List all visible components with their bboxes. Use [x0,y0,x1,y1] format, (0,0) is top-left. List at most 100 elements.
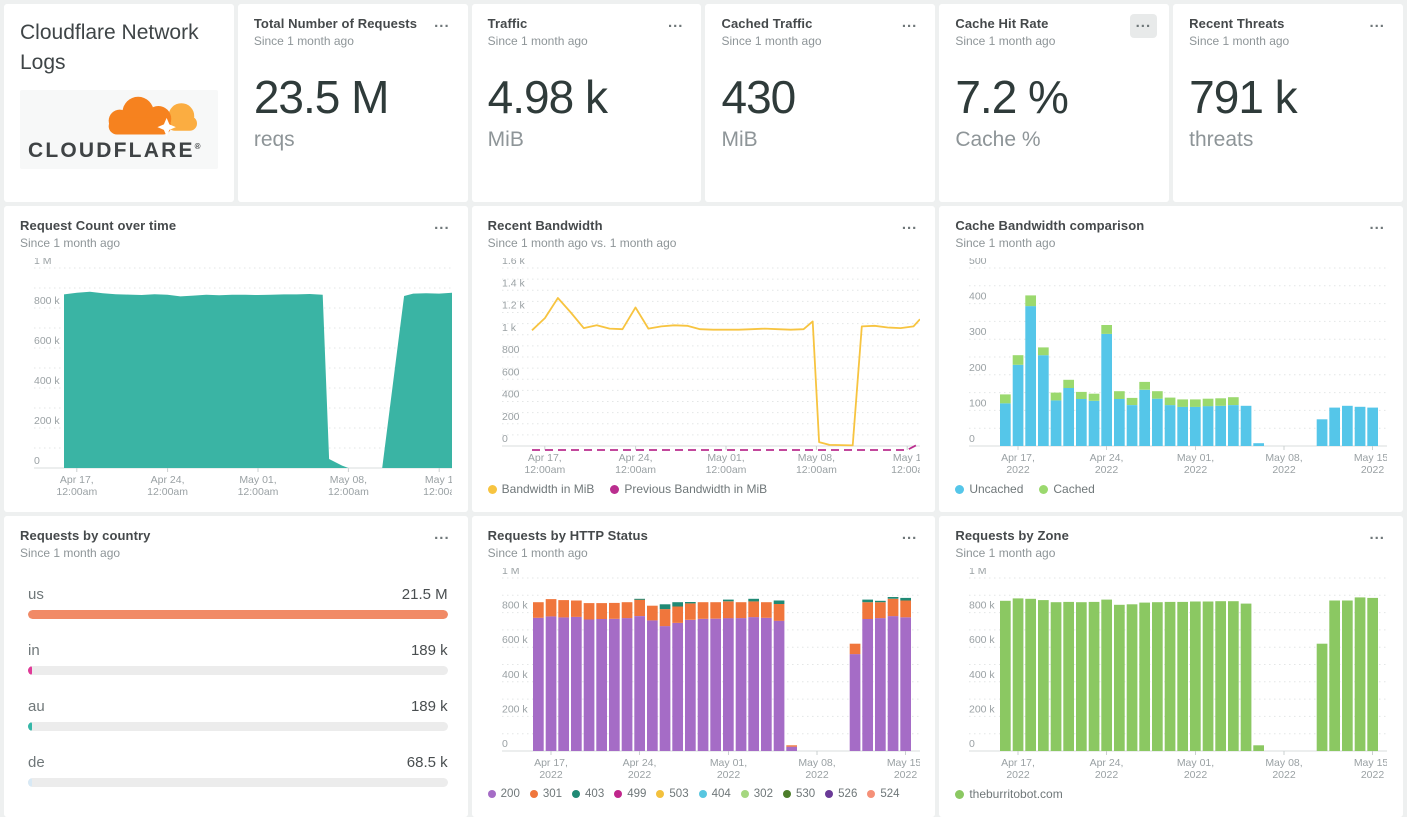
svg-text:2022: 2022 [716,769,740,781]
svg-text:0: 0 [34,455,40,467]
svg-text:0: 0 [969,738,975,750]
legend-item[interactable]: 302 [740,788,773,800]
svg-text:12:00a: 12:00a [423,486,452,498]
panel-title: Request Count over time [20,218,177,233]
svg-text:May 1: May 1 [893,452,920,464]
legend-dot-icon [529,790,538,798]
svg-text:2022: 2022 [1095,464,1119,476]
panel-brand: Cloudflare Network Logs CLOUDFLARE® [4,4,234,202]
ellipsis-menu-icon[interactable]: ... [896,526,924,550]
ellipsis-menu-icon[interactable]: ... [896,14,924,38]
legend-dot-icon [572,790,581,798]
svg-text:12:00am: 12:00am [56,486,97,498]
panel-title: Cache Bandwidth comparison [955,218,1145,233]
country-label: de [28,754,45,771]
svg-text:400: 400 [969,291,987,303]
svg-text:2022: 2022 [805,769,829,781]
ellipsis-menu-icon[interactable]: ... [428,526,456,550]
ellipsis-menu-icon[interactable]: ... [896,216,924,240]
legend-item[interactable]: 301 [529,788,562,800]
svg-text:Apr 17,: Apr 17, [528,452,562,464]
svg-text:0: 0 [502,433,508,445]
svg-text:May 01,: May 01, [1177,757,1214,769]
request-count-area-chart[interactable]: 1 M 800 k 600 k 400 k 200 k 0 Apr 17, 12:00am Ap… [20,258,452,500]
panel-cache-bandwidth: Cache Bandwidth comparison Since 1 month… [939,206,1403,512]
legend-item[interactable]: 526 [825,788,857,800]
country-bar[interactable] [28,722,448,731]
svg-text:800 k: 800 k [34,295,60,307]
svg-text:May 01,: May 01, [709,757,746,769]
svg-text:Apr 24,: Apr 24, [1090,757,1124,769]
panel-subtitle: Since 1 month ago [955,546,1056,560]
legend-item[interactable]: 499 [614,788,646,800]
svg-text:Apr 17,: Apr 17, [60,474,94,486]
svg-text:12:00am: 12:00am [328,486,369,498]
legend-item[interactable]: 503 [656,788,689,800]
legend-item[interactable]: Uncached [955,482,1023,496]
svg-text:1 k: 1 k [502,322,517,334]
svg-text:May 01,: May 01, [707,452,744,464]
ellipsis-menu-icon[interactable]: ... [662,14,690,38]
legend-item[interactable]: theburritobot.com [955,787,1063,801]
svg-text:1.2 k: 1.2 k [502,300,526,312]
ellipsis-menu-icon[interactable]: ... [1363,526,1391,550]
ellipsis-menu-icon[interactable]: ... [428,216,456,240]
panel-title: Requests by country [20,528,151,543]
billboard-value: 23.5 M [253,71,390,123]
svg-text:Apr 17,: Apr 17, [534,757,568,769]
zone-bar-chart[interactable]: 1 M 800 k 600 k 400 k 200 k 0 Apr 17, 2022 Apr 2… [955,568,1388,783]
svg-text:12:00am: 12:00am [147,486,188,498]
legend-dot-icon [955,484,965,494]
svg-text:2022: 2022 [1007,464,1031,476]
svg-text:600 k: 600 k [502,634,528,646]
svg-text:2022: 2022 [1361,769,1385,781]
svg-text:100: 100 [969,397,987,409]
legend-dot-icon [487,484,497,494]
ellipsis-menu-icon[interactable]: ... [1363,216,1391,240]
http-status-bar-chart[interactable]: 1 M 800 k 600 k 400 k 200 k 0 Apr 17, 2022 Apr 2… [488,568,920,783]
svg-text:Apr 17,: Apr 17, [1001,757,1035,769]
legend-item[interactable]: Previous Bandwidth in MiB [610,482,767,496]
country-bar-list: us 21.5 M in 189 k au 189 k de 68.5 k [20,586,452,810]
panel-title: Recent Bandwidth [487,218,603,233]
panel-title: Cached Traffic [721,16,813,31]
svg-text:400 k: 400 k [969,669,995,681]
legend-item[interactable]: Cached [1039,482,1095,496]
panel-subtitle: Since 1 month ago [20,236,121,250]
legend-item[interactable]: 524 [867,788,900,800]
panel-requests-by-http-status: Requests by HTTP Status Since 1 month ag… [471,516,936,817]
legend-item[interactable]: 530 [782,788,815,800]
svg-text:12:00am: 12:00am [615,464,656,476]
legend-item[interactable]: Bandwidth in MiB [487,482,594,496]
ellipsis-menu-icon[interactable]: ... [428,14,456,38]
svg-text:600 k: 600 k [34,335,60,347]
legend-dot-icon [1039,484,1049,494]
country-label: in [28,642,40,659]
legend-item[interactable]: 200 [487,788,520,800]
ellipsis-menu-icon[interactable]: ... [1363,14,1391,38]
country-bar[interactable] [28,666,448,675]
legend-item[interactable]: 404 [698,788,731,800]
legend-item[interactable]: 403 [572,788,604,800]
cloudflare-logo-text: CLOUDFLARE® [28,138,203,162]
svg-text:12:00am: 12:00am [796,464,837,476]
ellipsis-menu-icon[interactable]: ... [1129,14,1158,38]
country-bar[interactable] [28,778,448,787]
panel-subtitle: Since 1 month ago [1189,34,1290,48]
legend-dot-icon [614,790,623,798]
panel-subtitle: Since 1 month ago [955,34,1056,48]
svg-text:May 1: May 1 [425,474,452,486]
chart-legend: Uncached Cached [955,478,1387,500]
svg-text:May 08,: May 08, [798,757,835,769]
cache-bandwidth-bar-chart[interactable]: 500 400 300 200 100 0 Apr 17, 2022 Apr 24, 2022 Ma… [955,258,1388,478]
cloudflare-cloud-icon [108,96,197,136]
panel-request-count: Request Count over time Since 1 month ag… [4,206,468,512]
legend-dot-icon [825,790,834,798]
country-value: 189 k [410,698,448,715]
country-bar[interactable] [28,610,448,619]
billboard-unit: reqs [253,128,295,151]
svg-text:500: 500 [969,258,987,267]
recent-bandwidth-line-chart[interactable]: 1.6 k 1.4 k 1.2 k1 k 800 600 400 200 0 Apr 17, 12… [488,258,920,478]
country-row: in 189 k [20,642,452,675]
svg-text:1 M: 1 M [969,568,987,577]
